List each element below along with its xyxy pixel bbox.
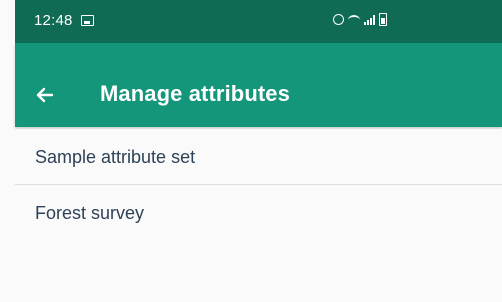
page-title: Manage attributes [100,81,290,106]
status-bar: 12:48 [15,0,502,43]
back-button[interactable] [31,81,59,109]
battery-icon [379,13,387,26]
status-icons [333,13,387,26]
list-item-label: Sample attribute set [35,147,196,167]
list-item-label: Forest survey [35,203,145,223]
alarm-icon [333,14,344,25]
wifi-icon [348,14,360,25]
signal-icon [364,14,375,25]
screen: 12:48 Manage attributes Sample attribute… [0,0,502,302]
list-item-forest-survey[interactable]: Forest survey [15,184,502,240]
arrow-left-icon [36,87,54,103]
status-time: 12:48 [34,12,73,29]
attribute-set-list: Sample attribute set Forest survey [15,129,502,240]
photo-icon [81,15,94,26]
list-item-sample-attribute-set[interactable]: Sample attribute set [15,129,502,184]
app-bar: Manage attributes [15,43,502,127]
